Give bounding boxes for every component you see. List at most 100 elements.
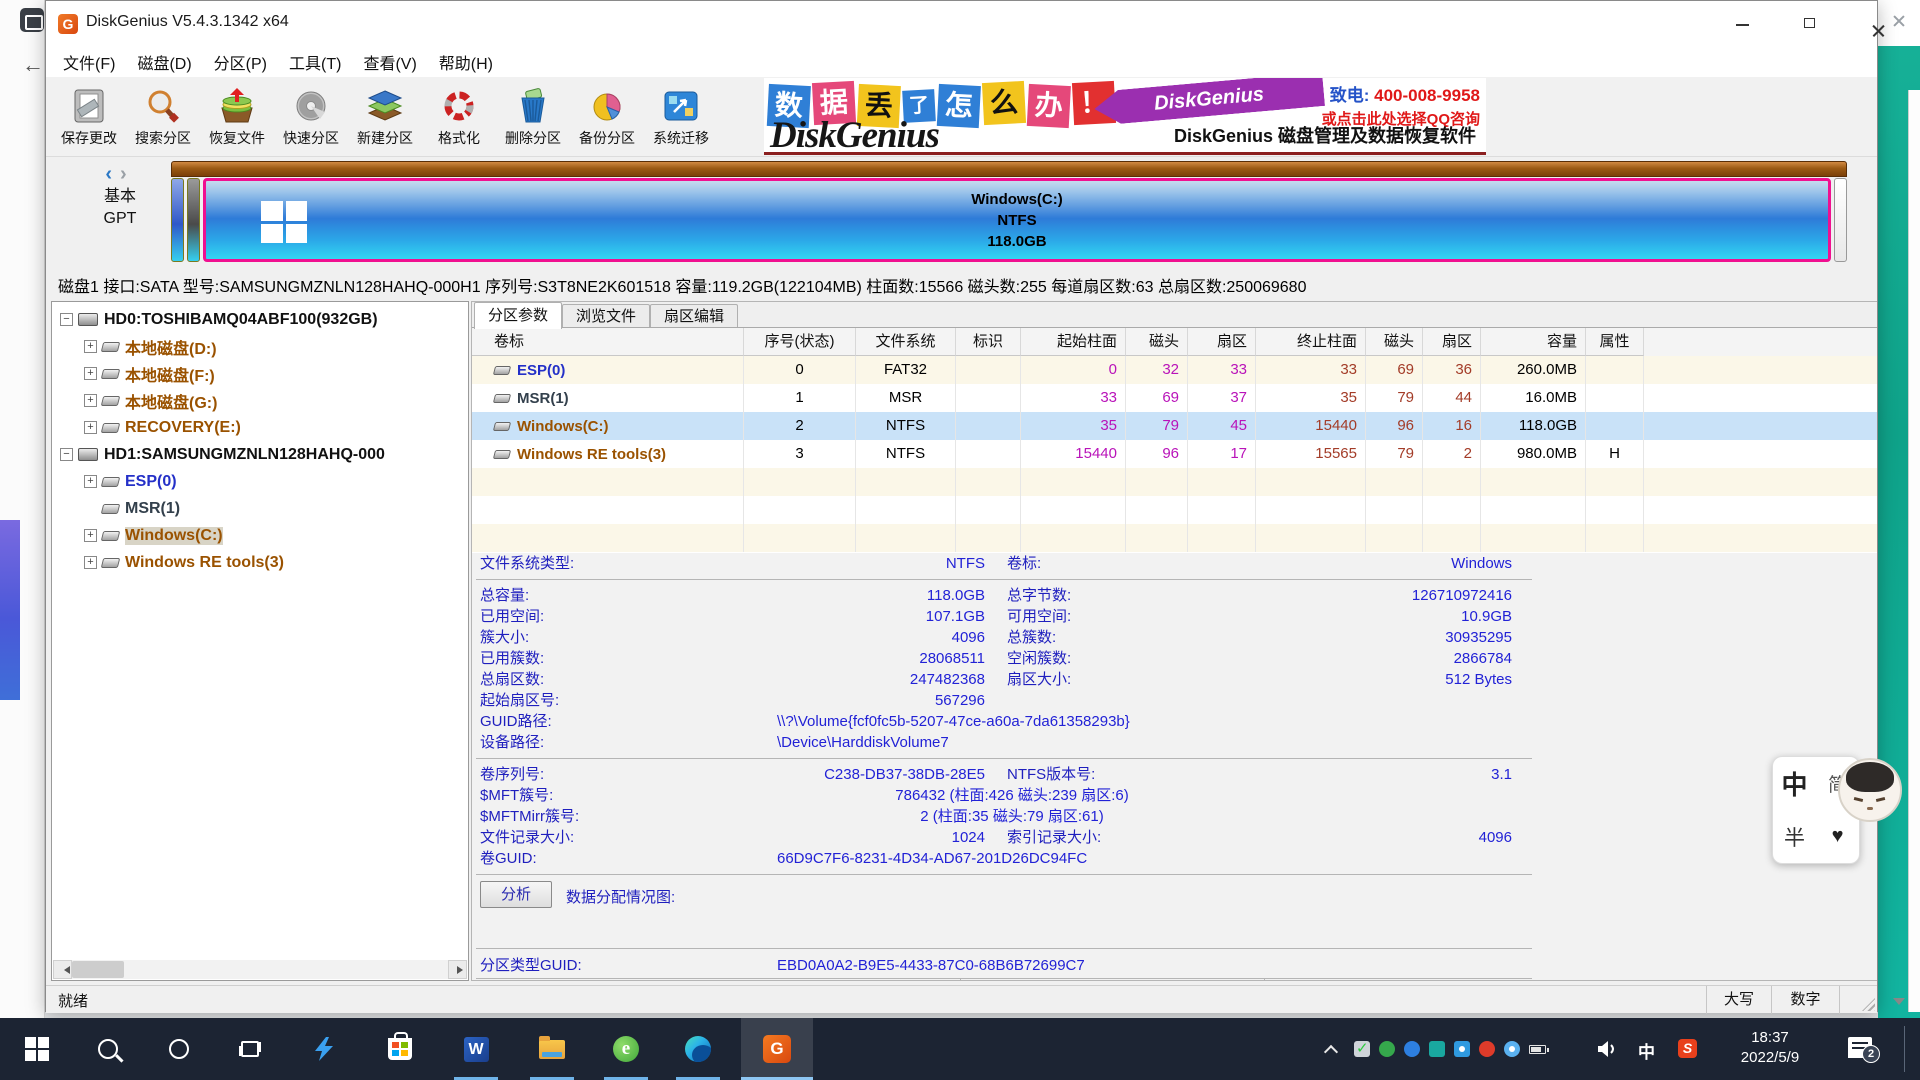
tree-item[interactable]: + RECOVERY(E:) <box>52 414 468 441</box>
task-view-button[interactable] <box>218 1018 282 1080</box>
tree-item[interactable]: − HD1:SAMSUNGMZNLN128HAHQ-000 <box>52 441 468 468</box>
drive-icon <box>101 531 120 541</box>
ime-halfwidth-mode[interactable]: 半 <box>1784 822 1805 852</box>
tray-overflow-chevron-icon[interactable] <box>1326 1044 1336 1054</box>
save-changes-button[interactable]: 保存更改 <box>52 80 126 154</box>
tree-item[interactable]: + Windows RE tools(3) <box>52 549 468 576</box>
detail-value: 107.1GB <box>480 606 985 627</box>
table-row[interactable]: Windows(C:) 2 NTFS 35 79 45 15440 96 16 … <box>472 412 1877 440</box>
system-migration-button[interactable]: 系统迁移 <box>644 80 718 154</box>
tree-expander-icon[interactable]: + <box>84 475 97 488</box>
tree-expander-icon[interactable]: − <box>60 313 73 326</box>
titlebar[interactable]: G DiskGenius V5.4.3.1342 x64 <box>46 1 1877 47</box>
table-row[interactable] <box>472 524 1877 552</box>
taskbar-app-flash[interactable] <box>292 1018 356 1080</box>
maximize-button[interactable] <box>1776 1 1844 47</box>
tray-teal-app-icon[interactable] <box>1429 1041 1445 1057</box>
tree-expander-icon[interactable]: + <box>84 421 97 434</box>
back-arrow-icon[interactable]: ← <box>22 52 44 78</box>
partition-block-msr[interactable] <box>187 178 200 262</box>
background-window-left: ← <box>0 0 45 1018</box>
tree-expander-icon[interactable]: − <box>60 448 73 461</box>
taskbar-app-word[interactable]: W <box>444 1018 508 1080</box>
quick-partition-button[interactable]: 快速分区 <box>274 80 348 154</box>
table-row[interactable]: Windows RE tools(3) 3 NTFS 15440 96 17 1… <box>472 440 1877 468</box>
show-desktop-button[interactable] <box>1905 1018 1920 1080</box>
tree-expander-icon[interactable]: + <box>84 340 97 353</box>
battery-icon[interactable] <box>1529 1045 1546 1054</box>
taskbar-app-diskgenius[interactable]: G <box>741 1018 813 1080</box>
next-disk-arrow-icon[interactable]: › <box>120 163 135 185</box>
table-row[interactable]: ESP(0) 0 FAT32 0 32 33 33 69 36 260.0MB <box>472 356 1877 384</box>
tab[interactable]: 扇区编辑 <box>650 304 738 327</box>
tray-red-app-icon[interactable] <box>1479 1041 1495 1057</box>
table-row[interactable] <box>472 468 1877 496</box>
ime-heart-icon[interactable]: ♥ <box>1832 825 1844 848</box>
backup-partition-button[interactable]: 备份分区 <box>570 80 644 154</box>
search-partition-button[interactable]: 搜索分区 <box>126 80 200 154</box>
tree-item[interactable]: + 本地磁盘(D:) <box>52 333 468 360</box>
menu-item[interactable]: 查看(V) <box>352 46 427 78</box>
tray-printer-icon[interactable]: ✓ <box>1354 1041 1370 1057</box>
analyze-button[interactable]: 分析 <box>480 881 552 908</box>
taskbar-app-explorer[interactable] <box>520 1018 584 1080</box>
tray-blue-app-icon[interactable] <box>1404 1041 1420 1057</box>
menu-item[interactable]: 文件(F) <box>52 46 126 78</box>
menu-item[interactable]: 帮助(H) <box>428 46 504 78</box>
tray-snowflake-icon[interactable] <box>1504 1041 1520 1057</box>
tree-item[interactable]: + Windows(C:) <box>52 522 468 549</box>
taskbar-search-button[interactable] <box>76 1018 140 1080</box>
scroll-right-icon[interactable] <box>448 960 467 979</box>
tray-green-app-icon[interactable] <box>1379 1041 1395 1057</box>
detail-value: 28068511 <box>480 648 985 669</box>
partition-block-winre[interactable] <box>1834 178 1847 262</box>
minimize-button[interactable] <box>1708 1 1776 47</box>
menu-item[interactable]: 工具(T) <box>278 46 352 78</box>
tab[interactable]: 浏览文件 <box>562 304 650 327</box>
recover-files-button[interactable]: 恢复文件 <box>200 80 274 154</box>
taskbar-app-browser360[interactable]: e <box>594 1018 658 1080</box>
tree-expander-icon[interactable]: + <box>84 529 97 542</box>
search-partition-icon <box>142 86 184 126</box>
format-button[interactable]: 格式化 <box>422 80 496 154</box>
volume-button[interactable] <box>1586 1018 1626 1080</box>
tree-expander-icon[interactable]: + <box>84 367 97 380</box>
ime-chinese-mode[interactable]: 中 <box>1781 765 1807 802</box>
tray-qq-icon[interactable] <box>1454 1041 1470 1057</box>
close-button[interactable] <box>1844 1 1912 47</box>
taskbar-app-store[interactable] <box>368 1018 432 1080</box>
partition-block-esp[interactable] <box>171 178 184 262</box>
tab[interactable]: 分区参数 <box>474 302 562 329</box>
ime-avatar[interactable] <box>1838 758 1902 822</box>
delete-partition-button[interactable]: 删除分区 <box>496 80 570 154</box>
ime-indicator[interactable]: 中 <box>1638 1038 1655 1063</box>
cortana-button[interactable] <box>147 1018 211 1080</box>
sogou-icon[interactable]: S <box>1678 1039 1697 1058</box>
diskgenius-logo-icon: G <box>58 14 78 34</box>
tree-expander-icon[interactable]: + <box>84 556 97 569</box>
scroll-left-icon[interactable] <box>53 960 72 979</box>
disk-header-strip[interactable] <box>171 161 1847 177</box>
scrollbar-thumb[interactable] <box>72 961 124 978</box>
prev-disk-arrow-icon[interactable]: ‹ <box>105 163 120 185</box>
tree-item[interactable]: MSR(1) <box>52 495 468 522</box>
disk-tree: − HD0:TOSHIBAMQ04ABF100(932GB) + 本地磁盘(D:… <box>52 302 468 576</box>
partition-block-windows-c[interactable]: Windows(C:) NTFS 118.0GB <box>203 178 1831 262</box>
taskbar-app-edge[interactable] <box>666 1018 730 1080</box>
menu-item[interactable]: 磁盘(D) <box>126 46 202 78</box>
tree-item[interactable]: + 本地磁盘(F:) <box>52 360 468 387</box>
table-row[interactable] <box>472 496 1877 524</box>
tree-expander-icon[interactable]: + <box>84 394 97 407</box>
taskbar-clock[interactable]: 18:37 2022/5/9 <box>1714 1028 1826 1068</box>
tree-horizontal-scrollbar[interactable] <box>53 960 467 979</box>
menu-item[interactable]: 分区(P) <box>203 46 278 78</box>
tree-item[interactable]: + 本地磁盘(G:) <box>52 387 468 414</box>
new-partition-button[interactable]: 新建分区 <box>348 80 422 154</box>
table-row[interactable]: MSR(1) 1 MSR 33 69 37 35 79 44 16.0MB <box>472 384 1877 412</box>
start-button[interactable] <box>5 1018 69 1080</box>
tree-item[interactable]: − HD0:TOSHIBAMQ04ABF100(932GB) <box>52 306 468 333</box>
ad-banner[interactable]: 数据丢了怎么办！ DiskGenius DiskGenius 致电: 400-0… <box>764 78 1486 155</box>
backup-partition-icon <box>586 86 628 126</box>
tree-item[interactable]: + ESP(0) <box>52 468 468 495</box>
action-center-button[interactable]: 2 <box>1848 1037 1872 1058</box>
